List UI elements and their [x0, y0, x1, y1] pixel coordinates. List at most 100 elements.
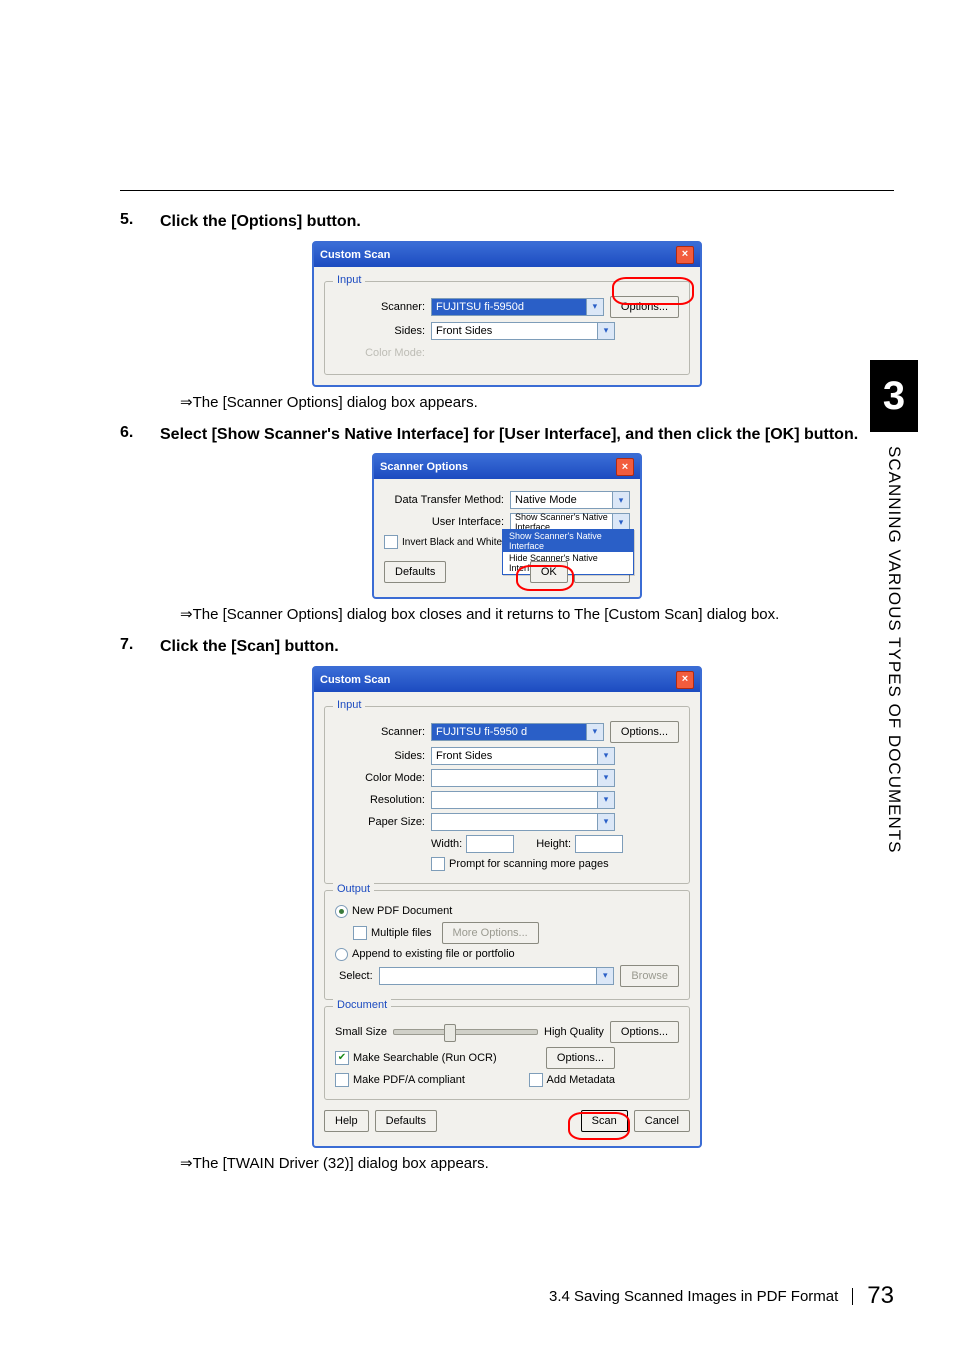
step-text: Click the [Options] button.	[160, 211, 361, 233]
small-size-label: Small Size	[335, 1026, 387, 1038]
invert-label: Invert Black and White	[402, 537, 502, 548]
browse-button[interactable]: Browse	[620, 965, 679, 987]
chevron-down-icon: ▾	[597, 770, 614, 786]
dropdown-option[interactable]: Hide Scanner's Native Interface	[503, 552, 633, 574]
width-label: Width:	[431, 838, 462, 850]
close-icon[interactable]: ×	[676, 671, 694, 689]
chevron-down-icon: ▾	[597, 748, 614, 764]
step-6-result: ⇒The [Scanner Options] dialog box closes…	[180, 605, 894, 624]
page-number: 73	[867, 1282, 894, 1310]
page-footer: 3.4 Saving Scanned Images in PDF Format …	[120, 1282, 894, 1310]
defaults-button[interactable]: Defaults	[375, 1110, 437, 1132]
step-7: 7. Click the [Scan] button.	[120, 636, 894, 658]
scan-button[interactable]: Scan	[581, 1110, 628, 1132]
select-file-select[interactable]: ▾	[379, 967, 614, 985]
scanner-options-dialog: Scanner Options × Data Transfer Method: …	[372, 453, 642, 599]
append-radio[interactable]	[335, 948, 348, 961]
footer-section: 3.4 Saving Scanned Images in PDF Format	[549, 1288, 853, 1305]
sides-select[interactable]: Front Sides ▾	[431, 322, 615, 340]
new-pdf-label: New PDF Document	[352, 905, 452, 917]
scanner-label: Scanner:	[335, 301, 431, 313]
new-pdf-radio[interactable]	[335, 905, 348, 918]
chevron-down-icon: ▾	[586, 299, 603, 315]
more-options-button[interactable]: More Options...	[442, 922, 539, 944]
paper-size-select[interactable]: ▾	[431, 813, 615, 831]
custom-scan-dialog-2: Custom Scan × Input Scanner: FUJITSU fi-…	[312, 666, 702, 1148]
help-button[interactable]: Help	[324, 1110, 369, 1132]
append-label: Append to existing file or portfolio	[352, 948, 515, 960]
step-number: 5.	[120, 211, 160, 233]
chevron-down-icon: ▾	[612, 492, 629, 508]
step-number: 7.	[120, 636, 160, 658]
doc-options-button[interactable]: Options...	[610, 1021, 679, 1043]
options-button[interactable]: Options...	[610, 296, 679, 318]
dialog-title: Custom Scan	[320, 249, 390, 261]
scanner-select[interactable]: FUJITSU fi-5950 d▾	[431, 723, 604, 741]
height-input[interactable]	[575, 835, 623, 853]
data-transfer-select[interactable]: Native Mode ▾	[510, 491, 630, 509]
resolution-label: Resolution:	[335, 794, 431, 806]
slider-thumb[interactable]	[444, 1024, 456, 1042]
color-mode-select[interactable]: ▾	[431, 769, 615, 787]
chevron-down-icon: ▾	[612, 514, 629, 530]
defaults-button[interactable]: Defaults	[384, 561, 446, 583]
height-label: Height:	[536, 838, 571, 850]
pdfa-label: Make PDF/A compliant	[353, 1074, 465, 1086]
chapter-sidebar: 3 SCANNING VARIOUS TYPES OF DOCUMENTS	[870, 360, 918, 853]
width-input[interactable]	[466, 835, 514, 853]
chapter-title: SCANNING VARIOUS TYPES OF DOCUMENTS	[884, 446, 904, 853]
cancel-button[interactable]: Cancel	[634, 1110, 690, 1132]
sides-label: Sides:	[335, 325, 431, 337]
dialog-titlebar: Custom Scan ×	[314, 668, 700, 692]
ocr-label: Make Searchable (Run OCR)	[353, 1052, 497, 1064]
chevron-down-icon: ▾	[597, 792, 614, 808]
options-button[interactable]: Options...	[610, 721, 679, 743]
close-icon[interactable]: ×	[676, 246, 694, 264]
quality-slider[interactable]	[393, 1029, 538, 1035]
chevron-down-icon: ▾	[596, 968, 613, 984]
top-rule	[120, 190, 894, 191]
invert-checkbox[interactable]	[384, 535, 398, 549]
prompt-checkbox[interactable]	[431, 857, 445, 871]
pdfa-checkbox[interactable]	[335, 1073, 349, 1087]
scanner-value: FUJITSU fi-5950d	[436, 301, 524, 313]
select-label: Select:	[335, 970, 379, 982]
ui-dropdown-open[interactable]: Show Scanner's Native Interface Hide Sca…	[502, 529, 634, 575]
close-icon[interactable]: ×	[616, 458, 634, 476]
ocr-options-button[interactable]: Options...	[546, 1047, 615, 1069]
sides-label: Sides:	[335, 750, 431, 762]
sides-select[interactable]: Front Sides▾	[431, 747, 615, 765]
dialog-title: Scanner Options	[380, 461, 468, 473]
scanner-select[interactable]: FUJITSU fi-5950d ▾	[431, 298, 604, 316]
multiple-files-checkbox[interactable]	[353, 926, 367, 940]
metadata-label: Add Metadata	[547, 1074, 616, 1086]
dialog-title: Custom Scan	[320, 674, 390, 686]
output-group: Output New PDF Document Multiple files M…	[324, 890, 690, 1000]
ok-button[interactable]: OK	[530, 561, 568, 583]
group-legend: Output	[333, 883, 374, 895]
scanner-label: Scanner:	[335, 726, 431, 738]
input-group: Input Scanner: FUJITSU fi-5950d ▾ Option…	[324, 281, 690, 375]
resolution-select[interactable]: ▾	[431, 791, 615, 809]
color-mode-label: Color Mode:	[335, 347, 431, 359]
multiple-files-label: Multiple files	[371, 927, 432, 939]
metadata-checkbox[interactable]	[529, 1073, 543, 1087]
sides-value: Front Sides	[436, 325, 492, 337]
step-5: 5. Click the [Options] button.	[120, 211, 894, 233]
step-5-result: ⇒The [Scanner Options] dialog box appear…	[180, 393, 894, 412]
chapter-tab: 3	[870, 360, 918, 432]
dialog-titlebar: Scanner Options ×	[374, 455, 640, 479]
user-interface-label: User Interface:	[384, 516, 510, 528]
chevron-down-icon: ▾	[597, 323, 614, 339]
page: 5. Click the [Options] button. Custom Sc…	[0, 0, 954, 1350]
step-7-result: ⇒The [TWAIN Driver (32)] dialog box appe…	[180, 1154, 894, 1173]
dropdown-option[interactable]: Show Scanner's Native Interface	[503, 530, 633, 552]
high-quality-label: High Quality	[544, 1026, 604, 1038]
ocr-checkbox[interactable]: ✔	[335, 1051, 349, 1065]
group-legend: Document	[333, 999, 391, 1011]
custom-scan-dialog-1: Custom Scan × Input Scanner: FUJITSU fi-…	[312, 241, 702, 387]
data-transfer-label: Data Transfer Method:	[384, 494, 510, 506]
group-legend: Input	[333, 274, 365, 286]
prompt-label: Prompt for scanning more pages	[449, 858, 609, 870]
color-mode-label: Color Mode:	[335, 772, 431, 784]
